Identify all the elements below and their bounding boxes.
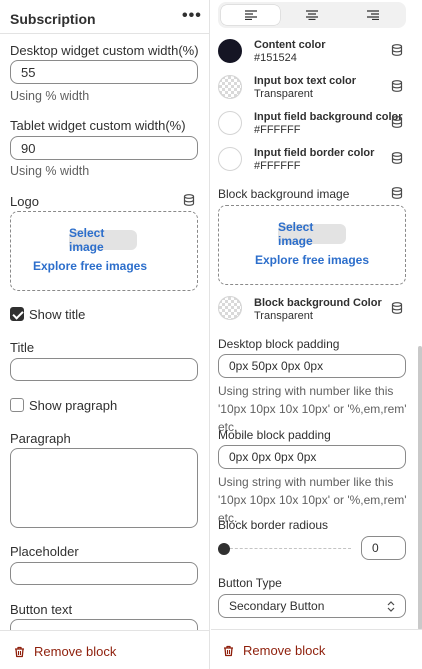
show-title-checkbox[interactable] [10, 307, 24, 321]
align-right-button[interactable] [343, 5, 402, 25]
database-icon[interactable] [391, 80, 403, 92]
show-title-label: Show title [29, 307, 86, 322]
more-actions-button[interactable]: ••• [182, 7, 202, 25]
database-icon[interactable] [391, 187, 403, 199]
content-color-value: #151524 [254, 52, 297, 64]
footer-divider [211, 629, 422, 630]
mobile-padding-input[interactable]: 0px 0px 0px 0px [218, 445, 406, 469]
placeholder-input[interactable] [10, 562, 198, 585]
border-radius-value: 0 [372, 541, 379, 555]
placeholder-label: Placeholder [10, 544, 79, 559]
desktop-width-value: 55 [21, 64, 36, 80]
align-center-icon [305, 10, 318, 20]
database-icon[interactable] [391, 44, 403, 56]
content-color-swatch[interactable] [218, 39, 242, 63]
remove-block-button[interactable]: Remove block [14, 644, 116, 659]
button-text-label: Button text [10, 602, 73, 617]
database-icon[interactable] [391, 302, 403, 314]
alignment-segmented-control [218, 2, 406, 28]
button-type-label: Button Type [218, 576, 282, 590]
input-border-color-value: #FFFFFF [254, 160, 301, 172]
align-center-button[interactable] [282, 5, 341, 25]
logo-explore-images-link[interactable]: Explore free images [10, 259, 170, 273]
content-color-name: Content color [254, 39, 326, 51]
bg-color-value: Transparent [254, 310, 313, 322]
border-radius-label: Block border radious [218, 518, 329, 532]
tablet-width-label: Tablet widget custom width(%) [10, 118, 186, 133]
chevron-updown-icon [387, 600, 395, 612]
input-text-color-value: Transparent [254, 88, 313, 100]
panel-scrollbar[interactable] [418, 346, 422, 630]
border-radius-slider-thumb[interactable] [218, 543, 230, 555]
mobile-padding-value: 0px 0px 0px 0px [229, 450, 317, 464]
input-text-color-name: Input box text color [254, 75, 357, 87]
bg-select-image-button[interactable]: Select image [278, 220, 346, 248]
bg-image-label: Block background image [218, 187, 350, 201]
input-border-color-swatch[interactable] [218, 147, 242, 171]
database-icon[interactable] [391, 152, 403, 164]
database-icon[interactable] [183, 194, 195, 206]
remove-block-label: Remove block [243, 643, 326, 658]
border-radius-slider-track[interactable] [225, 548, 351, 550]
trash-icon [15, 646, 24, 657]
bg-color-name: Block background Color [254, 297, 382, 309]
align-left-button[interactable] [221, 5, 280, 25]
align-right-icon [366, 10, 379, 20]
input-border-color-name: Input field border color [254, 147, 375, 159]
trash-icon [224, 645, 233, 656]
tablet-width-input[interactable]: 90 [10, 136, 198, 160]
block-title: Subscription [10, 11, 96, 27]
desktop-width-label: Desktop widget custom width(%) [10, 43, 199, 58]
remove-block-button[interactable]: Remove block [223, 643, 325, 658]
show-paragraph-checkbox[interactable] [10, 398, 24, 412]
title-input[interactable] [10, 358, 198, 381]
button-type-select[interactable]: Secondary Button [218, 594, 406, 618]
logo-select-image-button[interactable]: Select image [69, 226, 137, 254]
button-type-value: Secondary Button [229, 599, 325, 613]
header-divider [0, 33, 209, 34]
block-settings-panel-left: Subscription ••• Desktop widget custom w… [0, 0, 210, 669]
input-bg-color-name: Input field background color [254, 111, 403, 123]
bg-color-swatch[interactable] [218, 296, 242, 320]
database-icon[interactable] [391, 116, 403, 128]
show-paragraph-label: Show pragraph [29, 398, 118, 413]
logo-label: Logo [10, 194, 39, 209]
paragraph-label: Paragraph [10, 431, 71, 446]
title-label: Title [10, 340, 35, 355]
paragraph-textarea[interactable] [10, 448, 198, 528]
desktop-padding-value: 0px 50px 0px 0px [229, 359, 324, 373]
desktop-padding-label: Desktop block padding [218, 337, 340, 351]
border-radius-input[interactable]: 0 [361, 536, 406, 560]
input-text-color-swatch[interactable] [218, 75, 242, 99]
align-left-icon [244, 10, 257, 20]
tablet-width-help: Using % width [10, 164, 90, 178]
desktop-width-help: Using % width [10, 89, 90, 103]
tablet-width-value: 90 [21, 140, 36, 156]
input-bg-color-swatch[interactable] [218, 111, 242, 135]
block-settings-panel-right: Content color #151524 Input box text col… [211, 0, 422, 669]
desktop-padding-input[interactable]: 0px 50px 0px 0px [218, 354, 406, 378]
mobile-padding-label: Mobile block padding [218, 428, 331, 442]
bg-explore-images-link[interactable]: Explore free images [218, 253, 406, 267]
remove-block-label: Remove block [34, 644, 117, 659]
desktop-width-input[interactable]: 55 [10, 60, 198, 84]
input-bg-color-value: #FFFFFF [254, 124, 301, 136]
